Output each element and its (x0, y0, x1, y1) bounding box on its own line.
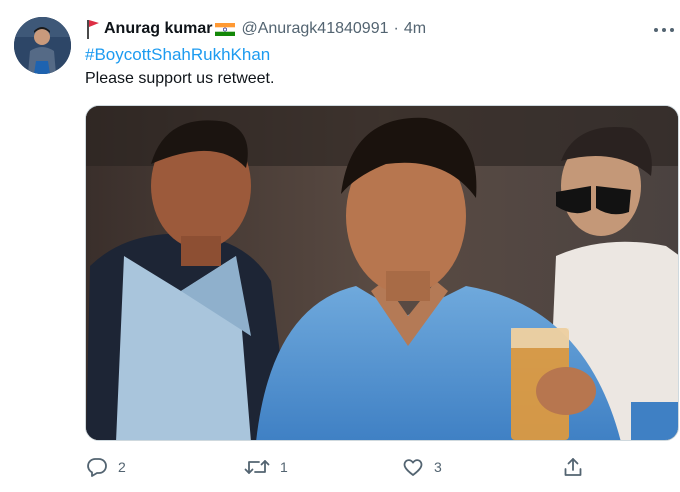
action-bar: 2 1 3 (0, 452, 680, 482)
tweet[interactable]: Anurag kumar @Anuragk41840991 · 4m #Boyc… (0, 0, 680, 492)
tweet-text: Please support us retweet. (85, 70, 275, 87)
share-button[interactable] (562, 452, 594, 482)
display-name[interactable]: Anurag kumar (104, 20, 212, 38)
reply-count: 2 (118, 459, 126, 475)
timestamp[interactable]: 4m (404, 20, 426, 38)
avatar[interactable] (14, 17, 71, 74)
more-icon[interactable] (652, 22, 676, 38)
retweet-button[interactable]: 1 (244, 452, 288, 482)
reply-button[interactable]: 2 (86, 452, 126, 482)
share-icon (564, 458, 582, 476)
heart-icon (403, 459, 423, 476)
tweet-header: Anurag kumar @Anuragk41840991 · 4m (86, 18, 426, 40)
user-handle[interactable]: @Anuragk41840991 (241, 20, 388, 38)
india-flag-icon (215, 22, 236, 36)
red-flag-icon (86, 19, 100, 39)
reply-icon (87, 458, 107, 477)
retweet-count: 1 (280, 459, 288, 475)
tweet-photo[interactable] (85, 105, 679, 441)
separator: · (393, 20, 399, 37)
hashtag-link[interactable]: #BoycottShahRukhKhan (85, 45, 270, 65)
like-button[interactable]: 3 (402, 452, 442, 482)
like-count: 3 (434, 459, 442, 475)
retweet-icon (244, 460, 270, 474)
